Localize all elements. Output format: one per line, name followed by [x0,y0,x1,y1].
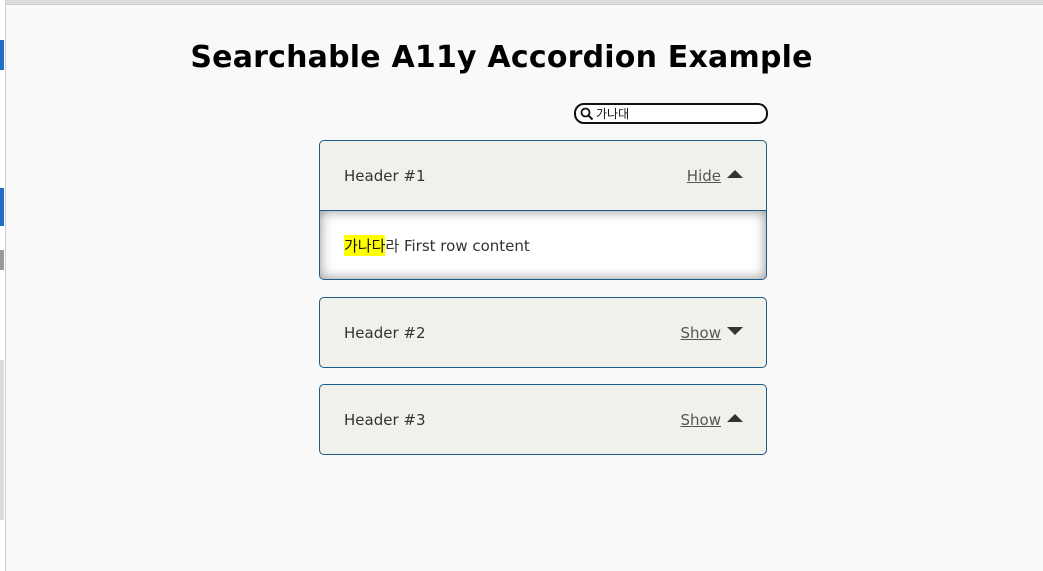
toggle-label[interactable]: Hide [687,167,721,185]
search-match-highlight: 가나다 [344,234,386,256]
toggle-button-1[interactable]: Hide [687,167,743,185]
search-icon [580,107,594,121]
toggle-label[interactable]: Show [681,411,721,429]
accordion-content-1: 가나다 라 First row content [320,210,766,279]
accordion-header-2[interactable]: Header #2 Show [320,298,766,367]
accordion-header-3[interactable]: Header #3 Show [320,385,766,454]
caret-down-icon [727,327,743,335]
accordion-panel-3: Header #3 Show [319,384,767,455]
accordion-header-title: Header #3 [344,410,426,429]
accordion-header-1[interactable]: Header #1 Hide [320,141,766,210]
toggle-label[interactable]: Show [681,324,721,342]
search-field[interactable] [574,103,768,124]
accordion-panel-1: Header #1 Hide 가나다 라 First row content [319,140,767,280]
caret-up-icon [727,170,743,178]
background-window-edge [0,0,6,571]
background-grey-mark [0,250,4,270]
background-blue-bar [0,188,4,226]
caret-up-icon [727,414,743,422]
accordion-header-title: Header #2 [344,323,426,342]
accordion-panel-2: Header #2 Show [319,297,767,368]
accordion-content-text: 라 First row content [385,236,530,255]
background-text-fragments [0,360,4,520]
accordion-header-title: Header #1 [344,166,426,185]
toggle-button-3[interactable]: Show [681,411,743,429]
browser-top-border [0,0,1043,5]
toggle-button-2[interactable]: Show [681,324,743,342]
search-input[interactable] [594,105,756,122]
page-title: Searchable A11y Accordion Example [190,40,813,75]
